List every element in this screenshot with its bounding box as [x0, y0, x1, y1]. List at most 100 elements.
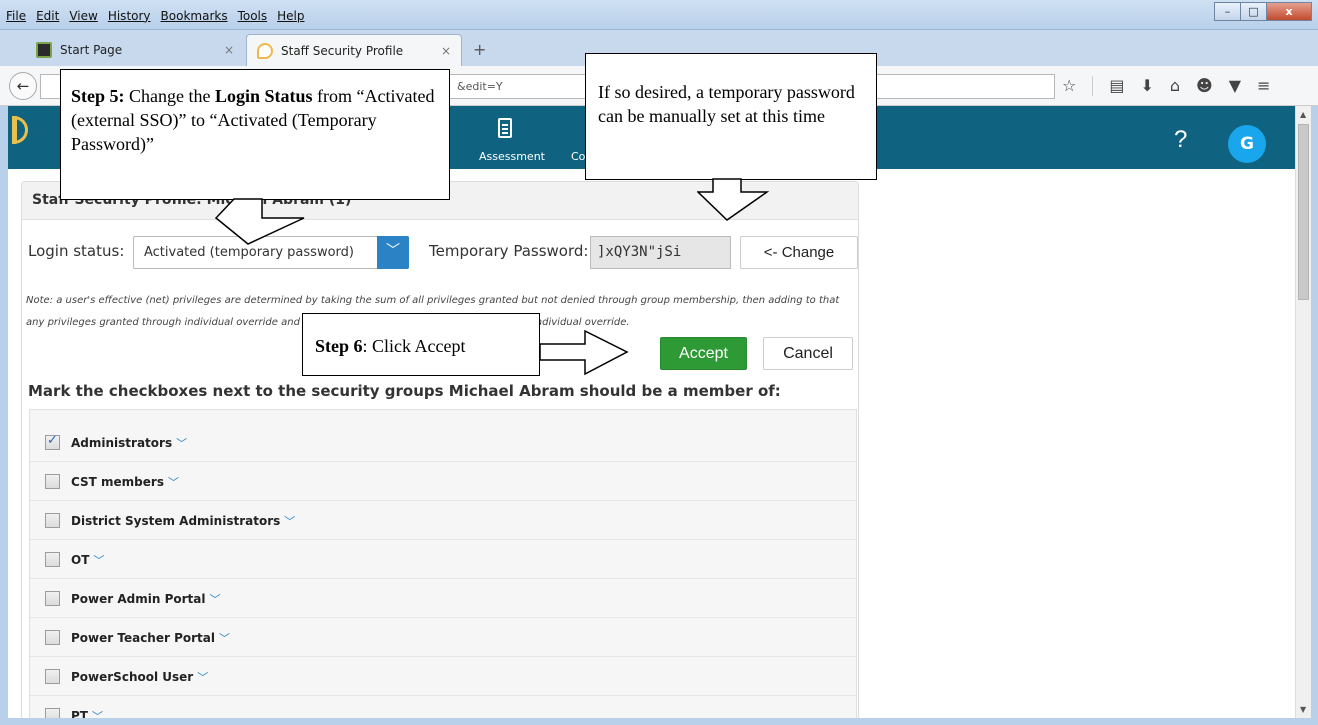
maximize-button[interactable]: □	[1240, 2, 1267, 21]
menu-tools[interactable]: Tools	[238, 9, 268, 23]
group-checkbox[interactable]	[45, 552, 60, 567]
temp-password-label: Temporary Password:	[429, 242, 589, 260]
minimize-button[interactable]: –	[1214, 2, 1241, 21]
group-name[interactable]: Power Teacher Portal	[71, 631, 215, 645]
group-checkbox[interactable]	[45, 630, 60, 645]
group-label-wrapper: OT ﹀	[71, 552, 104, 568]
chevron-down-icon[interactable]: ﹀	[93, 554, 104, 567]
group-row: Administrators ﹀	[30, 424, 856, 462]
chevron-down-icon[interactable]: ﹀	[377, 236, 409, 269]
tab-close-icon[interactable]: ×	[224, 43, 234, 57]
security-groups-list: Administrators﹀CST members﹀District Syst…	[29, 409, 857, 718]
cancel-button[interactable]: Cancel	[763, 337, 853, 370]
scroll-up-icon[interactable]: ▲	[1300, 110, 1306, 119]
chevron-down-icon[interactable]: ﹀	[168, 476, 179, 489]
chevron-down-icon[interactable]: ﹀	[92, 710, 103, 718]
close-window-button[interactable]: x	[1266, 2, 1312, 21]
menu-history[interactable]: History	[108, 9, 151, 23]
step6-text: : Click Accept	[362, 336, 466, 356]
step5-login-status-bold: Login Status	[214, 86, 313, 106]
group-row: Power Teacher Portal ﹀	[30, 619, 856, 657]
chevron-down-icon[interactable]: ﹀	[219, 632, 230, 645]
home-icon[interactable]: ⌂	[1170, 76, 1180, 96]
group-name[interactable]: PT	[71, 709, 88, 718]
group-checkbox[interactable]	[45, 474, 60, 489]
nav-item-partial[interactable]: Co	[571, 150, 585, 163]
scrollbar-thumb[interactable]	[1298, 124, 1309, 300]
download-icon[interactable]: ⬇	[1140, 76, 1153, 96]
group-name[interactable]: District System Administrators	[71, 514, 280, 528]
toolbar-divider	[1092, 76, 1094, 96]
group-name[interactable]: OT	[71, 553, 89, 567]
powerschool-logo-icon[interactable]	[12, 116, 28, 144]
window-frame-right	[1311, 106, 1318, 725]
menu-bookmarks[interactable]: Bookmarks	[161, 9, 228, 23]
help-icon[interactable]: ?	[1174, 126, 1187, 154]
toolbar-icons: ☆ ▤ ⬇ ⌂ ☻ ▼ ≡	[1062, 76, 1270, 96]
group-row: OT ﹀	[30, 541, 856, 579]
title-bar: File Edit View History Bookmarks Tools H…	[0, 0, 1318, 30]
change-password-button[interactable]: <- Change	[740, 236, 858, 269]
group-name[interactable]: Power Admin Portal	[71, 592, 205, 606]
security-profile-card: Staff Security Profile: Michael Abram (1…	[21, 181, 859, 718]
groups-heading: Mark the checkboxes next to the security…	[28, 382, 781, 400]
menu-edit[interactable]: Edit	[36, 9, 59, 23]
bookmark-star-icon[interactable]: ☆	[1062, 76, 1076, 96]
chevron-down-icon[interactable]: ﹀	[284, 515, 295, 528]
tab-label: Start Page	[60, 43, 123, 57]
pocket-icon[interactable]: ▼	[1229, 76, 1241, 96]
group-label-wrapper: Power Admin Portal ﹀	[71, 591, 220, 607]
window-frame-bottom	[0, 718, 1318, 725]
group-checkbox[interactable]	[45, 669, 60, 684]
tab-start-page[interactable]: Start Page ×	[26, 34, 244, 66]
group-label-wrapper: Administrators ﹀	[71, 435, 187, 451]
group-label-wrapper: District System Administrators ﹀	[71, 513, 295, 529]
group-row: PowerSchool User ﹀	[30, 658, 856, 696]
group-checkbox[interactable]	[45, 513, 60, 528]
menu-bar: File Edit View History Bookmarks Tools H…	[6, 9, 305, 23]
nav-assessment[interactable]: Assessment	[479, 150, 545, 163]
reading-list-icon[interactable]: ▤	[1109, 76, 1124, 96]
chevron-down-icon[interactable]: ﹀	[209, 593, 220, 606]
accept-button[interactable]: Accept	[660, 337, 747, 370]
group-label-wrapper: Power Teacher Portal ﹀	[71, 630, 230, 646]
group-row: Power Admin Portal ﹀	[30, 580, 856, 618]
group-name[interactable]: PowerSchool User	[71, 670, 193, 684]
step5-text: Change the	[124, 86, 215, 106]
chevron-down-icon[interactable]: ﹀	[176, 437, 187, 450]
group-label-wrapper: PowerSchool User ﹀	[71, 669, 208, 685]
back-arrow-icon[interactable]: ←	[9, 72, 37, 100]
group-checkbox[interactable]	[45, 591, 60, 606]
window-frame-left	[0, 106, 8, 725]
login-status-value: Activated (temporary password)	[144, 245, 354, 260]
hamburger-menu-icon[interactable]: ≡	[1257, 76, 1270, 96]
temp-password-callout: If so desired, a temporary password can …	[585, 53, 877, 180]
tab-label: Staff Security Profile	[281, 43, 404, 58]
avatar[interactable]: G	[1228, 125, 1266, 163]
menu-file[interactable]: File	[6, 9, 26, 23]
new-tab-button[interactable]: +	[473, 40, 486, 59]
tab-staff-security-profile[interactable]: Staff Security Profile ×	[246, 34, 462, 66]
chevron-down-icon[interactable]: ﹀	[197, 671, 208, 684]
powerschool-favicon-icon	[257, 42, 273, 59]
feedback-smiley-icon[interactable]: ☻	[1196, 76, 1213, 96]
temp-password-field[interactable]: ]xQY3N"jSi	[590, 236, 731, 269]
menu-view[interactable]: View	[69, 9, 97, 23]
step5-bold-label: Step 5:	[71, 86, 125, 106]
tab-close-icon[interactable]: ×	[441, 44, 451, 58]
scroll-down-icon[interactable]: ▼	[1300, 705, 1306, 714]
group-name[interactable]: Administrators	[71, 436, 172, 450]
group-name[interactable]: CST members	[71, 475, 164, 489]
login-status-row: Login status: Activated (temporary passw…	[22, 232, 858, 269]
group-checkbox[interactable]	[45, 433, 60, 450]
menu-help[interactable]: Help	[277, 9, 304, 23]
page-scrollbar[interactable]: ▲ ▼	[1295, 106, 1311, 718]
clipboard-icon[interactable]	[498, 118, 512, 138]
group-row: District System Administrators ﹀	[30, 502, 856, 540]
url-text: &edit=Y	[457, 80, 503, 93]
step6-bold-label: Step 6	[315, 336, 363, 356]
group-row: CST members ﹀	[30, 463, 856, 501]
group-checkbox[interactable]	[45, 708, 60, 718]
step5-arrow-icon	[214, 198, 305, 245]
window-controls: – □ x	[1214, 2, 1312, 21]
